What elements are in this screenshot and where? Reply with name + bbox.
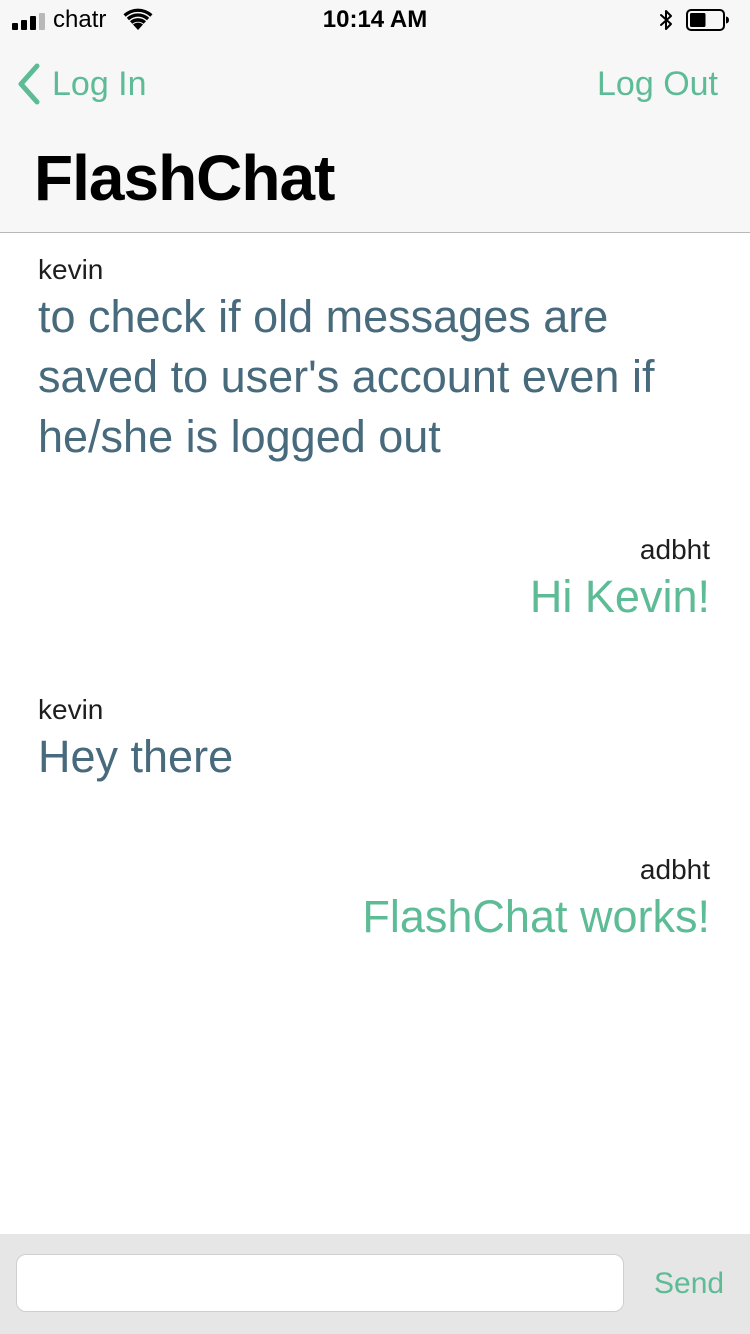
status-bar: chatr 10:14 AM [0,0,750,40]
message-list[interactable]: kevin to check if old messages are saved… [0,233,750,1233]
status-time: 10:14 AM [322,6,428,33]
message-item: kevin to check if old messages are saved… [38,253,718,467]
message-text: Hey there [38,731,234,782]
message-sender: kevin [38,254,104,285]
bluetooth-icon [660,10,672,30]
message-sender: kevin [38,694,104,725]
message-composer: Send [0,1234,750,1334]
chevron-left-icon [18,63,40,105]
logout-button[interactable]: Log Out [597,62,718,106]
navigation-bar: Log In Log Out FlashChat [0,40,750,233]
page-title: FlashChat [34,142,335,214]
battery-icon [686,9,729,31]
message-text: to check if old messages are saved to us… [38,291,655,462]
back-button[interactable]: Log In [16,62,147,106]
send-button[interactable]: Send [654,1264,724,1304]
message-text: FlashChat works! [362,891,710,942]
message-item: adbht FlashChat works! [30,853,710,947]
message-sender: adbht [639,534,710,565]
message-text: Hi Kevin! [529,571,710,622]
message-sender: adbht [639,854,710,885]
message-item: adbht Hi Kevin! [30,533,710,627]
message-input[interactable] [16,1254,624,1312]
message-item: kevin Hey there [38,693,718,787]
back-button-label: Log In [52,65,147,103]
